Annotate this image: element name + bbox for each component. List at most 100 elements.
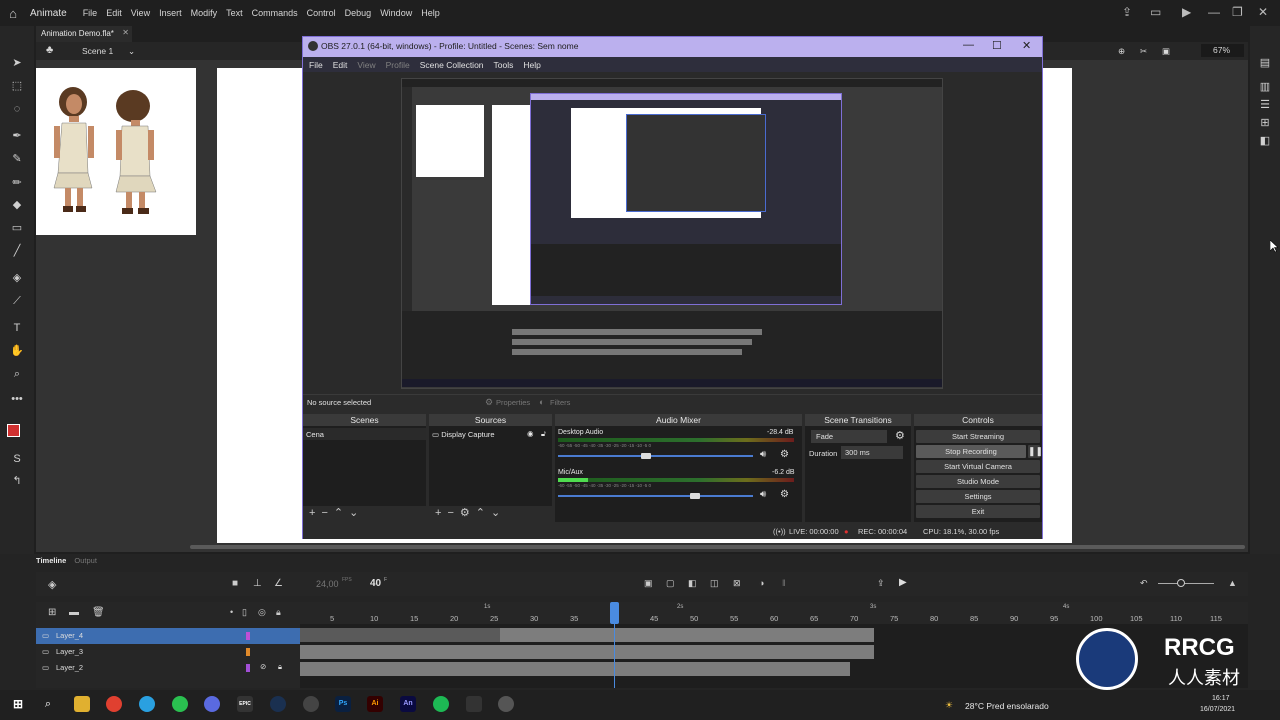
- more-tools-icon[interactable]: •••: [10, 392, 24, 406]
- pause-icon[interactable]: ❚❚: [1028, 445, 1043, 458]
- folder-icon[interactable]: ▬: [69, 607, 79, 618]
- center-stage-icon[interactable]: ⊕: [1118, 46, 1125, 57]
- eyedropper-icon[interactable]: ⟋: [10, 294, 24, 308]
- mic-aux-slider-knob[interactable]: [689, 493, 700, 499]
- whatsapp-icon[interactable]: [172, 696, 188, 712]
- color-panel-icon[interactable]: ◧: [1258, 134, 1272, 148]
- layer-color-swatch[interactable]: [246, 632, 250, 640]
- filters-button[interactable]: Filters: [550, 398, 570, 407]
- assets-panel-icon[interactable]: ☰: [1258, 98, 1272, 112]
- text-tool-icon[interactable]: T: [10, 321, 24, 335]
- brush-icon[interactable]: ✎: [10, 152, 24, 166]
- camera-icon[interactable]: ■: [232, 578, 238, 589]
- onion-icon[interactable]: ◫: [710, 578, 719, 589]
- layer3-frames[interactable]: [300, 645, 874, 659]
- lock-icon[interactable]: 🔒︎: [278, 662, 282, 672]
- menu-control[interactable]: Control: [307, 8, 336, 18]
- chrome-icon[interactable]: [106, 696, 122, 712]
- layer-name[interactable]: Layer_2: [56, 663, 83, 672]
- play-icon[interactable]: ▶: [899, 577, 907, 588]
- animate-icon[interactable]: An: [400, 696, 416, 712]
- search-icon[interactable]: ⌕: [40, 696, 56, 712]
- discord-icon[interactable]: [204, 696, 220, 712]
- add-icon[interactable]: +: [309, 507, 321, 519]
- layers-icon[interactable]: ◈: [48, 578, 56, 591]
- lock-all-icon[interactable]: 🔒︎: [276, 607, 281, 618]
- library-panel-icon[interactable]: ▥: [1258, 80, 1272, 94]
- stop-recording-button[interactable]: Stop Recording: [916, 445, 1026, 458]
- new-layer-icon[interactable]: ⊞: [48, 607, 56, 618]
- layer-row[interactable]: ▭ Layer_4: [36, 628, 300, 644]
- obs-menu-profile[interactable]: Profile: [386, 60, 410, 70]
- weather-text[interactable]: 28°C Pred ensolarado: [965, 701, 1049, 711]
- speaker-icon[interactable]: 🔊︎: [760, 449, 766, 460]
- menu-text[interactable]: Text: [226, 8, 243, 18]
- document-tab[interactable]: Animation Demo.fla* ✕: [36, 26, 132, 42]
- hidden-icon[interactable]: ⊘: [260, 662, 266, 671]
- zoom-slider[interactable]: [1158, 583, 1214, 584]
- restore-icon[interactable]: ❐: [1232, 5, 1243, 19]
- studio-mode-button[interactable]: Studio Mode: [916, 475, 1040, 488]
- paint-brush-icon[interactable]: ✏: [10, 176, 24, 190]
- file-explorer-icon[interactable]: [74, 696, 90, 712]
- onion-skin-icon[interactable]: ⊠: [733, 578, 741, 589]
- layer2-frames[interactable]: [300, 662, 850, 676]
- scene-name[interactable]: Scene 1: [82, 46, 113, 56]
- paint-bucket-icon[interactable]: ◈: [10, 271, 24, 285]
- scene-item[interactable]: Cena: [303, 428, 426, 440]
- obs-menu-file[interactable]: File: [309, 60, 323, 70]
- duration-input[interactable]: 300 ms: [841, 446, 903, 459]
- obs-window[interactable]: OBS 27.0.1 (64-bit, windows) - Profile: …: [302, 36, 1278, 539]
- obs-close-icon[interactable]: ✕: [1022, 39, 1031, 52]
- edit-multiple-icon[interactable]: ‖: [782, 578, 786, 588]
- gear-icon[interactable]: ⚙: [460, 507, 476, 519]
- menu-modify[interactable]: Modify: [191, 8, 218, 18]
- menu-commands[interactable]: Commands: [252, 8, 298, 18]
- menu-file[interactable]: File: [83, 8, 98, 18]
- eye-icon[interactable]: ◉: [527, 429, 534, 438]
- obs-minimize-icon[interactable]: —: [963, 39, 974, 51]
- down-icon[interactable]: ⌄: [349, 507, 364, 519]
- layer-color-swatch[interactable]: [246, 648, 250, 656]
- fps-value[interactable]: 24,00: [316, 579, 339, 589]
- desktop-audio-slider[interactable]: [558, 455, 753, 457]
- menu-insert[interactable]: Insert: [159, 8, 182, 18]
- photoshop-icon[interactable]: Ps: [335, 696, 351, 712]
- gear-icon[interactable]: ⚙: [895, 429, 905, 442]
- fit-icon[interactable]: ▣: [1162, 46, 1170, 57]
- obs-menu-edit[interactable]: Edit: [333, 60, 348, 70]
- steam-icon[interactable]: [270, 696, 286, 712]
- camera-app-icon[interactable]: [303, 696, 319, 712]
- obs-menu-view[interactable]: View: [357, 60, 375, 70]
- gear-icon[interactable]: ⚙: [780, 489, 789, 500]
- add-icon[interactable]: +: [435, 507, 447, 519]
- start-streaming-button[interactable]: Start Streaming: [916, 430, 1040, 443]
- insert-keyframe-icon[interactable]: ▣: [644, 578, 653, 589]
- obs-titlebar[interactable]: OBS 27.0.1 (64-bit, windows) - Profile: …: [303, 37, 1042, 57]
- tween-icon[interactable]: ◧: [688, 578, 697, 589]
- start-virtual-camera-button[interactable]: Start Virtual Camera: [916, 460, 1040, 473]
- insert-blank-keyframe-icon[interactable]: ▢: [666, 578, 675, 589]
- obs-menu-tools[interactable]: Tools: [494, 60, 514, 70]
- illustrator-icon[interactable]: Ai: [367, 696, 383, 712]
- menu-edit[interactable]: Edit: [106, 8, 122, 18]
- obs-preview[interactable]: [303, 72, 1278, 394]
- triangle-icon[interactable]: ▲: [1228, 578, 1237, 588]
- current-frame[interactable]: 40: [370, 578, 381, 589]
- speaker-icon[interactable]: 🔊︎: [760, 489, 766, 500]
- clip-icon[interactable]: ✂: [1140, 46, 1147, 57]
- pen-icon[interactable]: ✒: [10, 129, 24, 143]
- tab-timeline[interactable]: Timeline: [36, 556, 66, 565]
- transition-select[interactable]: Fade: [811, 430, 887, 443]
- trash-icon[interactable]: 🗑︎: [92, 607, 105, 618]
- hand-icon[interactable]: ✋: [10, 344, 24, 358]
- align-panel-icon[interactable]: ⊞: [1258, 116, 1272, 130]
- down-icon[interactable]: ⌄: [491, 507, 506, 519]
- remove-icon[interactable]: −: [321, 507, 333, 519]
- layer-row[interactable]: ▭ Layer_3: [36, 644, 300, 660]
- epic-games-icon[interactable]: EPIC: [237, 696, 253, 712]
- close-icon[interactable]: ✕: [1258, 5, 1268, 19]
- remove-icon[interactable]: −: [447, 507, 459, 519]
- undo-icon[interactable]: ↶: [1140, 578, 1148, 589]
- layer-row[interactable]: ▭ Layer_2 ⊘ 🔒︎: [36, 660, 300, 676]
